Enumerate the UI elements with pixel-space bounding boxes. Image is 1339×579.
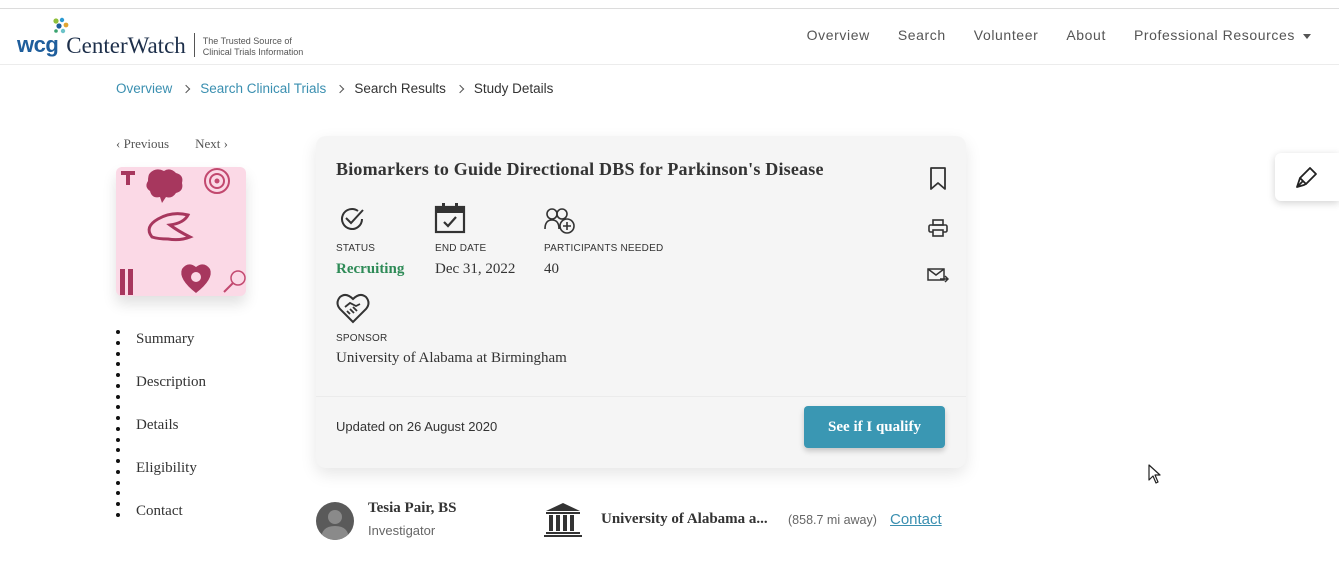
section-nav-eligibility[interactable]: Eligibility — [136, 460, 197, 477]
bullet — [116, 470, 120, 474]
bullet — [116, 491, 120, 495]
bullet — [116, 395, 120, 399]
sponsor-label: SPONSOR — [336, 333, 388, 344]
investigator-role: Investigator — [368, 523, 436, 538]
logo-tagline: The Trusted Source of Clinical Trials In… — [203, 36, 304, 59]
logo-separator — [193, 33, 195, 57]
investigator-name: Tesia Pair, BS — [368, 500, 457, 516]
site-header: wcg CenterWatch The Trusted Source of Cl… — [0, 9, 1339, 65]
section-nav-description[interactable]: Description — [136, 374, 206, 391]
bullet — [116, 341, 120, 345]
next-button[interactable]: Next › — [195, 136, 228, 152]
highlighter-button[interactable] — [1275, 153, 1339, 201]
avatar — [316, 502, 354, 540]
nav-search[interactable]: Search — [898, 27, 946, 43]
previous-label: Previous — [123, 136, 170, 151]
breadcrumb-search-results[interactable]: Search Results — [354, 81, 446, 96]
bullet — [116, 459, 120, 463]
status-label: STATUS — [336, 243, 376, 254]
chevron-left-icon: ‹ — [116, 136, 121, 151]
logo-tagline-line2: Clinical Trials Information — [202, 47, 304, 57]
end-date-value: Dec 31, 2022 — [435, 261, 516, 277]
highlighter-pen-icon — [1296, 167, 1317, 188]
section-nav-summary[interactable]: Summary — [136, 331, 194, 348]
nav-overview[interactable]: Overview — [807, 27, 870, 43]
bullet — [116, 330, 120, 334]
bullet — [116, 362, 120, 366]
bullet — [116, 513, 120, 517]
bullet — [116, 481, 120, 485]
chevron-right-icon — [182, 84, 191, 93]
section-nav-contact[interactable]: Contact — [136, 503, 183, 520]
centerwatch-logo[interactable]: wcg CenterWatch The Trusted Source of Cl… — [17, 17, 303, 59]
logo-brand: CenterWatch — [66, 33, 186, 58]
chevron-right-icon: › — [223, 136, 228, 151]
bullet — [116, 384, 120, 388]
main-nav: Overview Search Volunteer About Professi… — [807, 27, 1311, 43]
calendar-icon — [434, 203, 466, 234]
breadcrumb-study-details: Study Details — [473, 81, 554, 96]
status-check-icon — [341, 208, 364, 230]
status-value: Recruiting — [336, 261, 405, 277]
participants-add-icon — [544, 208, 575, 234]
card-divider — [316, 396, 966, 397]
chevron-right-icon — [455, 84, 465, 93]
pager: ‹ Previous Next › — [116, 136, 228, 152]
handshake-heart-icon — [336, 293, 370, 324]
nav-professional-resources[interactable]: Professional Resources — [1134, 27, 1311, 43]
bullet — [116, 502, 120, 506]
see-if-i-qualify-button[interactable]: See if I qualify — [804, 406, 945, 448]
updated-date: Updated on 26 August 2020 — [336, 419, 498, 434]
logo-tagline-line1: The Trusted Source of — [202, 36, 292, 46]
nav-volunteer[interactable]: Volunteer — [974, 27, 1039, 43]
participants-label: PARTICIPANTS NEEDED — [544, 243, 664, 254]
logo-dots-icon — [53, 17, 69, 34]
chevron-right-icon — [336, 84, 345, 93]
bullet — [116, 405, 120, 409]
sponsor-value: University of Alabama at Birmingham — [336, 350, 567, 366]
participants-value: 40 — [544, 261, 559, 277]
breadcrumb-search-clinical-trials[interactable]: Search Clinical Trials — [200, 81, 326, 96]
site-distance: (858.7 mi away) — [788, 513, 877, 527]
study-card: Biomarkers to Guide Directional DBS for … — [316, 136, 966, 468]
caret-down-icon — [1303, 33, 1311, 39]
study-title: Biomarkers to Guide Directional DBS for … — [336, 159, 824, 179]
section-nav-details[interactable]: Details — [136, 417, 179, 434]
institution-icon — [544, 503, 582, 537]
nav-professional-resources-label: Professional Resources — [1133, 27, 1295, 43]
site-name: University of Alabama a... — [601, 511, 768, 527]
previous-button[interactable]: ‹ Previous — [116, 136, 169, 152]
breadcrumb-overview[interactable]: Overview — [116, 81, 172, 96]
medical-illustration-icon — [120, 168, 246, 295]
study-thumbnail — [116, 167, 246, 296]
bullet — [116, 448, 120, 452]
email-share-icon[interactable] — [927, 267, 949, 283]
nav-about[interactable]: About — [1066, 27, 1106, 43]
next-label: Next — [195, 136, 221, 151]
site-contact-link[interactable]: Contact — [890, 511, 942, 528]
end-date-label: END DATE — [435, 243, 487, 254]
bullet — [116, 438, 120, 442]
bullet — [116, 373, 120, 377]
print-icon[interactable] — [928, 219, 948, 237]
bullet — [116, 352, 120, 356]
bookmark-icon[interactable] — [929, 167, 947, 191]
breadcrumb: Overview Search Clinical Trials Search R… — [116, 81, 553, 96]
person-icon — [321, 510, 349, 540]
bullet — [116, 416, 120, 420]
mouse-cursor-icon — [1148, 464, 1161, 484]
site-location: University of Alabama a... (858.7 mi awa… — [544, 502, 942, 543]
bullet — [116, 427, 120, 431]
